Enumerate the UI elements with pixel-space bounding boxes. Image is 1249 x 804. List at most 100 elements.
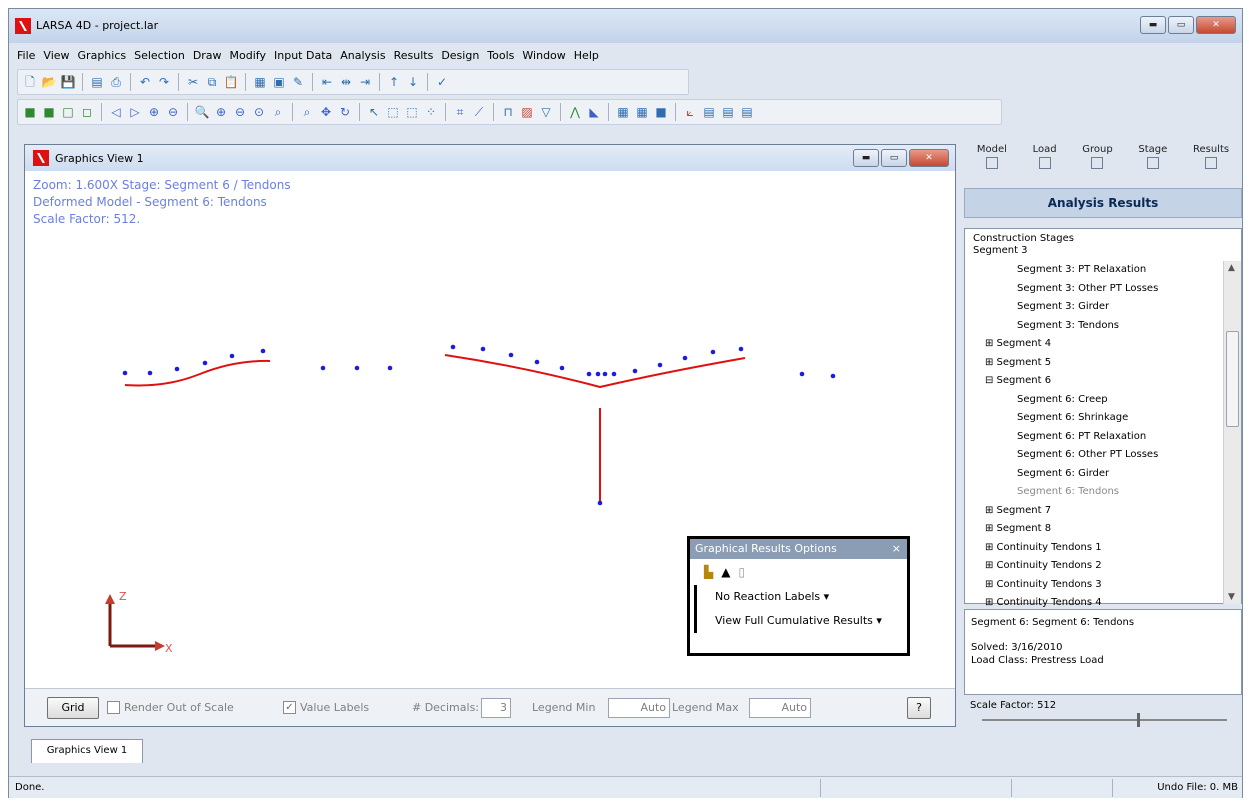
- menu-tools[interactable]: Tools: [487, 45, 514, 67]
- scroll-up-icon[interactable]: ▲: [1228, 263, 1235, 273]
- menu-results[interactable]: Results: [394, 45, 434, 67]
- tree-item[interactable]: Segment 3: Girder: [965, 298, 1220, 317]
- contour-triangle-icon[interactable]: ▲: [721, 565, 730, 579]
- select-joints-icon[interactable]: ⁘: [423, 104, 439, 120]
- table-view-1-icon[interactable]: ▦: [615, 104, 631, 120]
- result-display-icon[interactable]: ▙: [704, 565, 713, 579]
- zoom-all-icon[interactable]: ⌕: [299, 104, 315, 120]
- tree-item[interactable]: Segment 3: Tendons: [965, 317, 1220, 336]
- align-center-icon[interactable]: ⇹: [338, 74, 354, 90]
- rotate-left-icon[interactable]: ◁: [108, 104, 124, 120]
- legend-max-input[interactable]: Auto: [749, 698, 811, 718]
- select-box-icon[interactable]: ⬚: [385, 104, 401, 120]
- tree-item[interactable]: Segment 3: PT Relaxation: [965, 261, 1220, 280]
- pan-icon[interactable]: ✥: [318, 104, 334, 120]
- check-icon[interactable]: ✓: [434, 74, 450, 90]
- menu-modify[interactable]: Modify: [230, 45, 266, 67]
- menu-help[interactable]: Help: [574, 45, 599, 67]
- decimals-input[interactable]: 3: [481, 698, 511, 718]
- tree-item[interactable]: Segment 6: Creep: [965, 391, 1220, 410]
- tree-item[interactable]: ⊞ Segment 5: [965, 354, 1220, 373]
- legend-min-input[interactable]: Auto: [608, 698, 670, 718]
- tree-item[interactable]: ⊞ Segment 7: [965, 502, 1220, 521]
- legend-icon[interactable]: ▯: [738, 565, 745, 579]
- frame-icon[interactable]: ⊓: [500, 104, 516, 120]
- grid-button[interactable]: Grid: [47, 697, 99, 719]
- tree-item[interactable]: ⊞ Continuity Tendons 2: [965, 557, 1220, 576]
- open-folder-icon[interactable]: 📂: [41, 74, 57, 90]
- tab-results[interactable]: Results: [1193, 144, 1229, 186]
- menu-draw[interactable]: Draw: [193, 45, 222, 67]
- undo-icon[interactable]: ↶: [137, 74, 153, 90]
- tree-scrollbar[interactable]: ▲ ▼: [1223, 261, 1241, 604]
- align-left-icon[interactable]: ⇤: [319, 74, 335, 90]
- view-solid-icon[interactable]: ■: [22, 104, 38, 120]
- print-icon[interactable]: ⎙: [108, 74, 124, 90]
- menu-window[interactable]: Window: [522, 45, 565, 67]
- tab-stage[interactable]: Stage: [1138, 144, 1167, 186]
- scroll-down-icon[interactable]: ▼: [1228, 592, 1235, 602]
- rotate-up-icon[interactable]: ⊕: [146, 104, 162, 120]
- zoom-in-icon[interactable]: ⊕: [213, 104, 229, 120]
- report-1-icon[interactable]: ▤: [701, 104, 717, 120]
- cut-icon[interactable]: ✂: [185, 74, 201, 90]
- zoom-window-icon[interactable]: ⊙: [251, 104, 267, 120]
- align-right-icon[interactable]: ⇥: [357, 74, 373, 90]
- scale-slider-track[interactable]: [982, 719, 1227, 721]
- zoom-icon[interactable]: 🔍: [194, 104, 210, 120]
- tab-model[interactable]: Model: [977, 144, 1007, 186]
- close-button[interactable]: ✕: [1196, 16, 1236, 34]
- tree-item[interactable]: Segment 3: Other PT Losses: [965, 280, 1220, 299]
- table-view-2-icon[interactable]: ▦: [634, 104, 650, 120]
- menu-file[interactable]: File: [17, 45, 35, 67]
- zoom-extents-icon[interactable]: ⌕: [270, 104, 286, 120]
- zoom-out-icon[interactable]: ⊖: [232, 104, 248, 120]
- paste-icon[interactable]: 📋: [223, 74, 239, 90]
- new-file-icon[interactable]: 🗋: [22, 74, 38, 90]
- select-members-icon[interactable]: ⬚: [404, 104, 420, 120]
- select-arrow-icon[interactable]: ↖: [366, 104, 382, 120]
- report-icon[interactable]: ▤: [89, 74, 105, 90]
- tree-item[interactable]: ⊞ Continuity Tendons 1: [965, 539, 1220, 558]
- menu-graphics[interactable]: Graphics: [78, 45, 127, 67]
- graph-icon[interactable]: ⟀: [682, 104, 698, 120]
- redo-icon[interactable]: ↷: [156, 74, 172, 90]
- menu-selection[interactable]: Selection: [134, 45, 185, 67]
- copy-icon[interactable]: ⧉: [204, 74, 220, 90]
- tree-item[interactable]: Segment 6: PT Relaxation: [965, 428, 1220, 447]
- menu-design[interactable]: Design: [441, 45, 479, 67]
- maximize-button[interactable]: ▭: [1168, 16, 1194, 34]
- tree-item[interactable]: ⊞ Segment 8: [965, 520, 1220, 539]
- tree-item[interactable]: ⊟ Segment 6: [965, 372, 1220, 391]
- view-box-icon[interactable]: □: [60, 104, 76, 120]
- scroll-thumb[interactable]: [1226, 331, 1239, 427]
- tree-item[interactable]: Segment 6: Girder: [965, 465, 1220, 484]
- gv-maximize-button[interactable]: ▭: [881, 149, 907, 167]
- results-display-icon[interactable]: ▨: [519, 104, 535, 120]
- tab-group[interactable]: Group: [1082, 144, 1113, 186]
- menu-view[interactable]: View: [43, 45, 69, 67]
- gv-minimize-button[interactable]: ▬: [853, 149, 879, 167]
- properties-icon[interactable]: ▦: [252, 74, 268, 90]
- sort-ascending-icon[interactable]: ↑: [386, 74, 402, 90]
- menu-input-data[interactable]: Input Data: [274, 45, 332, 67]
- deformed-shape-icon[interactable]: ◣: [586, 104, 602, 120]
- reaction-labels-dropdown[interactable]: No Reaction Labels ▾: [694, 585, 907, 609]
- table-icon[interactable]: ▣: [271, 74, 287, 90]
- tab-graphics-view-1[interactable]: Graphics View 1: [31, 739, 143, 763]
- edit-pencil-icon[interactable]: ✎: [290, 74, 306, 90]
- value-labels-checkbox[interactable]: ✓: [283, 701, 296, 714]
- view-shaded-icon[interactable]: ■: [41, 104, 57, 120]
- tree-item[interactable]: ⊞ Continuity Tendons 3: [965, 576, 1220, 595]
- report-3-icon[interactable]: ▤: [739, 104, 755, 120]
- orbit-icon[interactable]: ↻: [337, 104, 353, 120]
- gv-close-button[interactable]: ✕: [909, 149, 949, 167]
- tree-item[interactable]: Segment 6: Other PT Losses: [965, 446, 1220, 465]
- gro-close-button[interactable]: ×: [892, 539, 901, 559]
- cumulative-results-dropdown[interactable]: View Full Cumulative Results ▾: [694, 609, 907, 633]
- report-2-icon[interactable]: ▤: [720, 104, 736, 120]
- tab-load[interactable]: Load: [1033, 144, 1057, 186]
- draw-member-icon[interactable]: ⟋: [471, 104, 487, 120]
- rotate-right-icon[interactable]: ▷: [127, 104, 143, 120]
- tree-item[interactable]: Segment 6: Shrinkage: [965, 409, 1220, 428]
